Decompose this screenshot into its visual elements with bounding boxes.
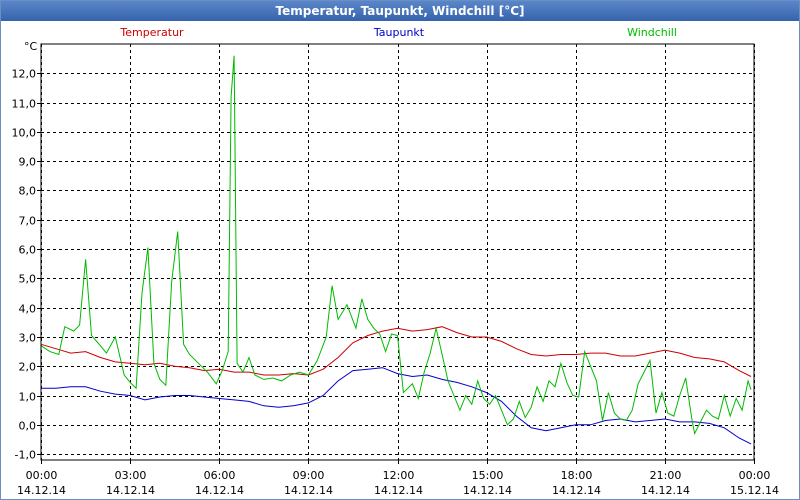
y-tick-label: 12,0: [12, 68, 37, 81]
y-tick-label: 7,0: [19, 215, 37, 228]
y-axis-ticks: -1,0 0,0 1,0 2,0 3,0 4,0 5,0 6,0 7,0 8,0 9,0 10,0 11…: [12, 68, 41, 462]
y-tick-label: 11,0: [12, 98, 37, 111]
y-tick-label: 3,0: [19, 332, 37, 345]
x-axis-ticks: 00:00 14.12.14 03:00 14.12.14 06:00 14.12.14 0…: [17, 460, 779, 497]
x-tick-time: 06:00: [204, 469, 236, 482]
x-tick-date: 14.12.14: [463, 484, 512, 497]
x-tick-date: 14.12.14: [374, 484, 423, 497]
x-tick-date: 14.12.14: [284, 484, 333, 497]
x-tick-date: 14.12.14: [552, 484, 601, 497]
y-tick-label: 2,0: [19, 361, 37, 374]
y-tick-label: 4,0: [19, 303, 37, 316]
x-tick-date: 14.12.14: [106, 484, 155, 497]
y-tick-label: 1,0: [19, 391, 37, 404]
x-tick-time: 21:00: [650, 469, 682, 482]
legend-item-temperatur: Temperatur: [119, 26, 184, 39]
y-tick-label: 10,0: [12, 127, 37, 140]
legend: Temperatur Taupunkt Windchill: [119, 26, 677, 39]
legend-item-windchill: Windchill: [627, 26, 677, 39]
x-tick-time: 15:00: [472, 469, 504, 482]
x-tick-time: 09:00: [293, 469, 325, 482]
x-tick-date: 15.12.14: [730, 484, 779, 497]
series-line-windchill: [40, 55, 752, 436]
x-tick-time: 00:00: [739, 469, 771, 482]
chart-canvas: -1,0 0,0 1,0 2,0 3,0 4,0 5,0 6,0 7,0 8,0 9,0 10,0 11…: [12, 26, 779, 497]
y-tick-label: 0,0: [19, 420, 37, 433]
y-tick-label: 8,0: [19, 185, 37, 198]
legend-item-taupunkt: Taupunkt: [373, 26, 425, 39]
x-tick-time: 12:00: [383, 469, 415, 482]
x-tick-date: 14.12.14: [17, 484, 66, 497]
y-tick-label: 9,0: [19, 156, 37, 169]
series-line-taupunkt: [41, 367, 752, 445]
x-tick-time: 00:00: [26, 469, 58, 482]
x-tick-time: 03:00: [115, 469, 147, 482]
x-tick-date: 14.12.14: [641, 484, 690, 497]
x-tick-time: 18:00: [561, 469, 593, 482]
y-tick-label: 6,0: [19, 244, 37, 257]
series-line-temperatur: [40, 326, 752, 377]
x-tick-date: 14.12.14: [195, 484, 244, 497]
y-tick-label: -1,0: [15, 449, 36, 462]
y-tick-label: 5,0: [19, 273, 37, 286]
y-axis-unit-label: °C: [24, 40, 38, 53]
